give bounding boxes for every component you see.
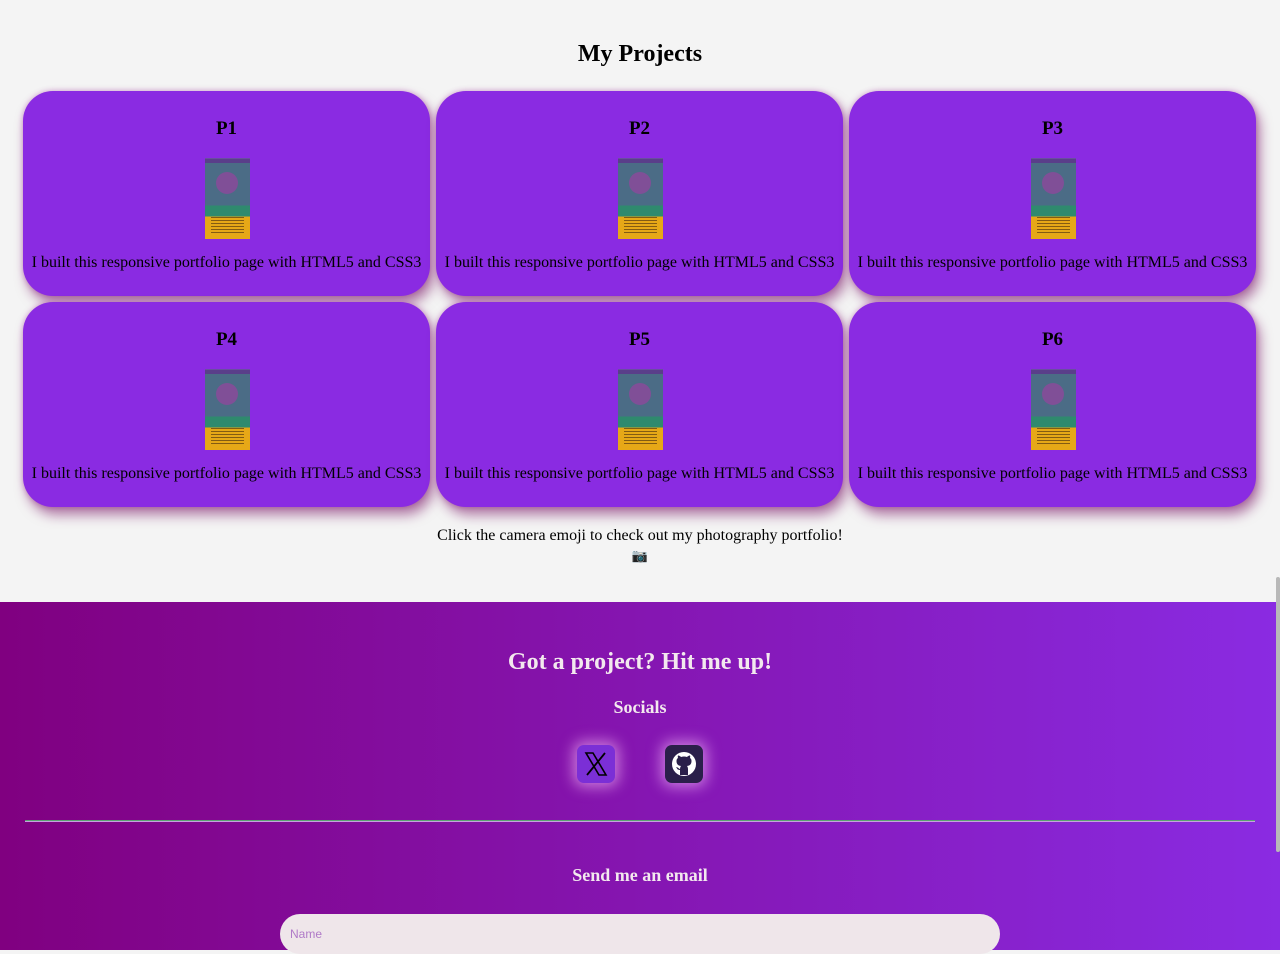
- project-card[interactable]: P5 I built this responsive portfolio pag…: [436, 302, 843, 507]
- camera-icon[interactable]: 📷: [631, 550, 649, 564]
- project-card[interactable]: P6 I built this responsive portfolio pag…: [849, 302, 1256, 507]
- project-title: P6: [1041, 329, 1064, 350]
- projects-grid: P1 I built this responsive portfolio pag…: [23, 91, 1256, 507]
- socials-title: Socials: [613, 697, 667, 717]
- email-title: Send me an email: [572, 865, 708, 885]
- projects-title: My Projects: [577, 41, 703, 67]
- divider: [25, 820, 1255, 822]
- project-title: P1: [215, 118, 238, 139]
- project-description: I built this responsive portfolio page w…: [857, 254, 1248, 271]
- project-description: I built this responsive portfolio page w…: [31, 254, 422, 271]
- project-title: P4: [215, 329, 238, 350]
- name-input[interactable]: [280, 914, 1000, 954]
- project-title: P2: [628, 118, 651, 139]
- project-description: I built this responsive portfolio page w…: [444, 465, 835, 482]
- project-thumbnail[interactable]: [1030, 158, 1076, 239]
- contact-section: Got a project? Hit me up! Socials Send m…: [0, 602, 1280, 954]
- photography-text: Click the camera emoji to check out my p…: [437, 527, 843, 544]
- contact-heading: Got a project? Hit me up!: [507, 649, 773, 675]
- github-icon[interactable]: [665, 745, 703, 783]
- project-card[interactable]: P2 I built this responsive portfolio pag…: [436, 91, 843, 296]
- project-thumbnail[interactable]: [1030, 369, 1076, 450]
- project-thumbnail[interactable]: [617, 158, 663, 239]
- x-icon[interactable]: [577, 745, 615, 783]
- project-card[interactable]: P3 I built this responsive portfolio pag…: [849, 91, 1256, 296]
- project-thumbnail[interactable]: [617, 369, 663, 450]
- project-thumbnail[interactable]: [204, 369, 250, 450]
- project-thumbnail[interactable]: [204, 158, 250, 239]
- project-title: P3: [1041, 118, 1064, 139]
- project-description: I built this responsive portfolio page w…: [857, 465, 1248, 482]
- project-card[interactable]: P4 I built this responsive portfolio pag…: [23, 302, 430, 507]
- project-card[interactable]: P1 I built this responsive portfolio pag…: [23, 91, 430, 296]
- project-description: I built this responsive portfolio page w…: [31, 465, 422, 482]
- project-description: I built this responsive portfolio page w…: [444, 254, 835, 271]
- project-title: P5: [628, 329, 651, 350]
- scrollbar[interactable]: [1276, 577, 1280, 852]
